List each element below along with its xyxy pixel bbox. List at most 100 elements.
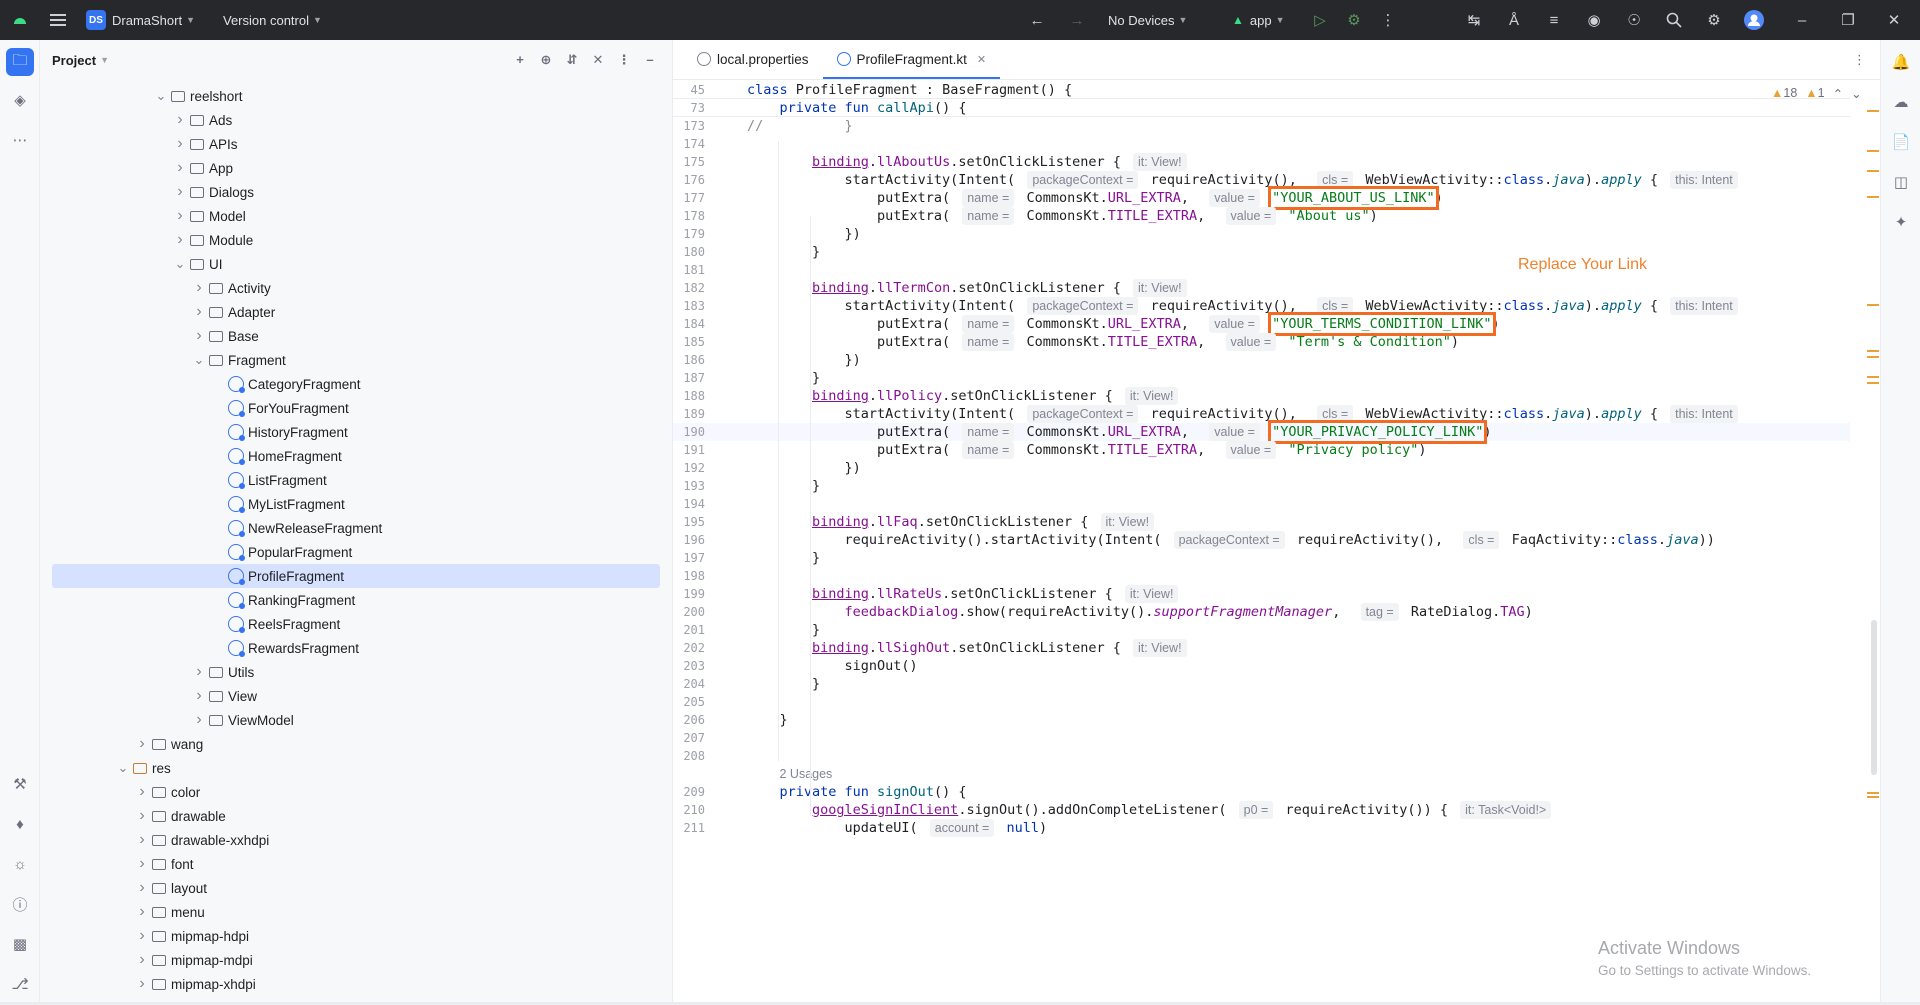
chevron-down-icon[interactable]: ⌄ [172,256,188,272]
code-line[interactable]: 184 putExtra( name = CommonsKt.URL_EXTRA,… [673,312,1850,336]
app-quality-icon[interactable]: ☼ [6,850,34,878]
tree-item[interactable]: ForYouFragment [40,396,672,420]
vcs-menu[interactable]: Version control ▼ [223,0,322,40]
tree-item[interactable]: › View [40,684,672,708]
tree-item[interactable]: › App [40,156,672,180]
tree-item[interactable]: ReelsFragment [40,612,672,636]
chevron-right-icon[interactable]: › [134,735,150,753]
tree-item[interactable]: HomeFragment [40,444,672,468]
code-line[interactable]: 45 class ProfileFragment : BaseFragment()… [673,81,1850,99]
logcat-icon[interactable]: ≡ [1540,6,1568,34]
tree-item[interactable]: › layout [40,876,672,900]
code-line[interactable]: 189 startActivity(Intent( packageContext … [673,405,1850,423]
code-line[interactable]: 193} [673,477,1850,495]
tree-item[interactable]: › menu [40,900,672,924]
chevron-right-icon[interactable]: › [191,327,207,345]
next-highlight-icon[interactable]: ⌄ [1851,86,1861,101]
tree-item[interactable]: RewardsFragment [40,636,672,660]
code-line[interactable]: 185 putExtra( name = CommonsKt.TITLE_EXTR… [673,333,1850,351]
tab-profile-fragment[interactable]: ProfileFragment.kt ✕ [822,39,1001,79]
gradle-icon[interactable]: ☉ [1620,6,1648,34]
code-line[interactable]: 178 putExtra( name = CommonsKt.TITLE_EXTR… [673,207,1850,225]
resource-manager-icon[interactable]: ◈ [6,86,34,114]
code-line[interactable]: 195 binding.llFaq.setOnClickListener { it… [673,513,1850,531]
close-tab-icon[interactable]: ✕ [977,53,986,66]
code-line[interactable]: 194 [673,495,1850,513]
terminal-icon[interactable]: ▩ [6,930,34,958]
code-line[interactable]: 208 [673,747,1850,765]
code-line[interactable]: 187} [673,369,1850,387]
inspection-widget[interactable]: ▲18 ▲1 ⌃ ⌄ [1771,86,1862,101]
chevron-right-icon[interactable]: › [134,951,150,969]
main-menu-icon[interactable] [44,6,72,34]
tree-item[interactable]: › Activity [40,276,672,300]
tree-item[interactable]: NewReleaseFragment [40,516,672,540]
code-line[interactable]: 201} [673,621,1850,639]
tree-item[interactable]: PopularFragment [40,540,672,564]
tree-item[interactable]: › Ads [40,108,672,132]
chevron-right-icon[interactable]: › [191,663,207,681]
tree-item[interactable]: › mipmap-mdpi [40,948,672,972]
tree-item[interactable]: › Base [40,324,672,348]
build-hammer-icon[interactable]: ⚒ [6,770,34,798]
chevron-right-icon[interactable]: › [172,135,188,153]
tree-item[interactable]: › drawable-xxhdpi [40,828,672,852]
chevron-right-icon[interactable]: › [134,831,150,849]
code-line[interactable]: 206} [673,711,1850,729]
chevron-down-icon[interactable]: ⌄ [191,352,207,368]
tree-item[interactable]: MyListFragment [40,492,672,516]
hide-icon[interactable]: – [640,52,660,68]
device-manager-icon[interactable]: ◉ [1580,6,1608,34]
code-line[interactable]: 191 putExtra( name = CommonsKt.TITLE_EXTR… [673,441,1850,459]
code-line[interactable]: 199 binding.llRateUs.setOnClickListener {… [673,585,1850,603]
tree-item[interactable]: › wang [40,732,672,756]
code-line[interactable]: 180} [673,243,1850,261]
tree-item[interactable]: › mipmap-hdpi [40,924,672,948]
tree-item[interactable]: › Adapter [40,300,672,324]
code-line[interactable]: 176 startActivity(Intent( packageContext … [673,171,1850,189]
minimize-icon[interactable]: – [1788,6,1816,34]
more-actions-icon[interactable]: ⋮ [1374,6,1402,34]
translate-icon[interactable]: Å [1500,6,1528,34]
project-selector[interactable]: DS DramaShort ▼ [86,0,195,40]
code-line[interactable]: 188 binding.llPolicy.setOnClickListener {… [673,387,1850,405]
code-line[interactable]: 177 putExtra( name = CommonsKt.URL_EXTRA,… [673,186,1850,210]
device-selector[interactable]: No Devices ▼ [1108,0,1187,40]
chevron-right-icon[interactable]: › [134,927,150,945]
code-line[interactable]: 211 updateUI( account = null) [673,819,1850,837]
code-line[interactable]: 203 signOut() [673,657,1850,675]
tree-item[interactable]: › drawable [40,804,672,828]
restore-icon[interactable]: ❐ [1834,6,1862,34]
tree-item[interactable]: ProfileFragment [52,564,660,588]
panel-title[interactable]: Project [52,53,96,68]
tree-item[interactable]: › Model [40,204,672,228]
chevron-right-icon[interactable]: › [172,231,188,249]
chevron-right-icon[interactable]: › [134,903,150,921]
more-tools-icon[interactable]: ⋯ [6,126,34,154]
run-config-selector[interactable]: ▲ app ▼ [1232,0,1285,40]
code-line[interactable]: 181 [673,261,1850,279]
tree-item[interactable]: › Utils [40,660,672,684]
chevron-down-icon[interactable]: ▼ [100,55,109,65]
chevron-right-icon[interactable]: › [172,159,188,177]
chevron-right-icon[interactable]: › [191,279,207,297]
tree-item[interactable]: RankingFragment [40,588,672,612]
tree-item[interactable]: › color [40,780,672,804]
gemini-icon[interactable]: ✦ [1887,208,1915,236]
account-avatar-icon[interactable] [1740,6,1768,34]
chevron-right-icon[interactable]: › [191,303,207,321]
back-icon[interactable]: ← [1023,6,1051,34]
options-icon[interactable]: ⋮ [614,52,634,68]
expand-all-icon[interactable]: ⇵ [562,52,582,68]
code-line[interactable]: 183 startActivity(Intent( packageContext … [673,297,1850,315]
tree-item[interactable]: › ViewModel [40,708,672,732]
code-line[interactable]: 174 [673,135,1850,153]
code-line[interactable]: 198 [673,567,1850,585]
tree-item[interactable]: ⌄ reelshort [40,84,672,108]
tree-item[interactable]: ⌄ Fragment [40,348,672,372]
chevron-right-icon[interactable]: › [191,687,207,705]
tab-local-properties[interactable]: local.properties [683,39,823,79]
debug-icon[interactable]: ⚙ [1340,6,1368,34]
gem-icon[interactable]: ♦ [6,810,34,838]
forward-icon[interactable]: → [1063,6,1091,34]
